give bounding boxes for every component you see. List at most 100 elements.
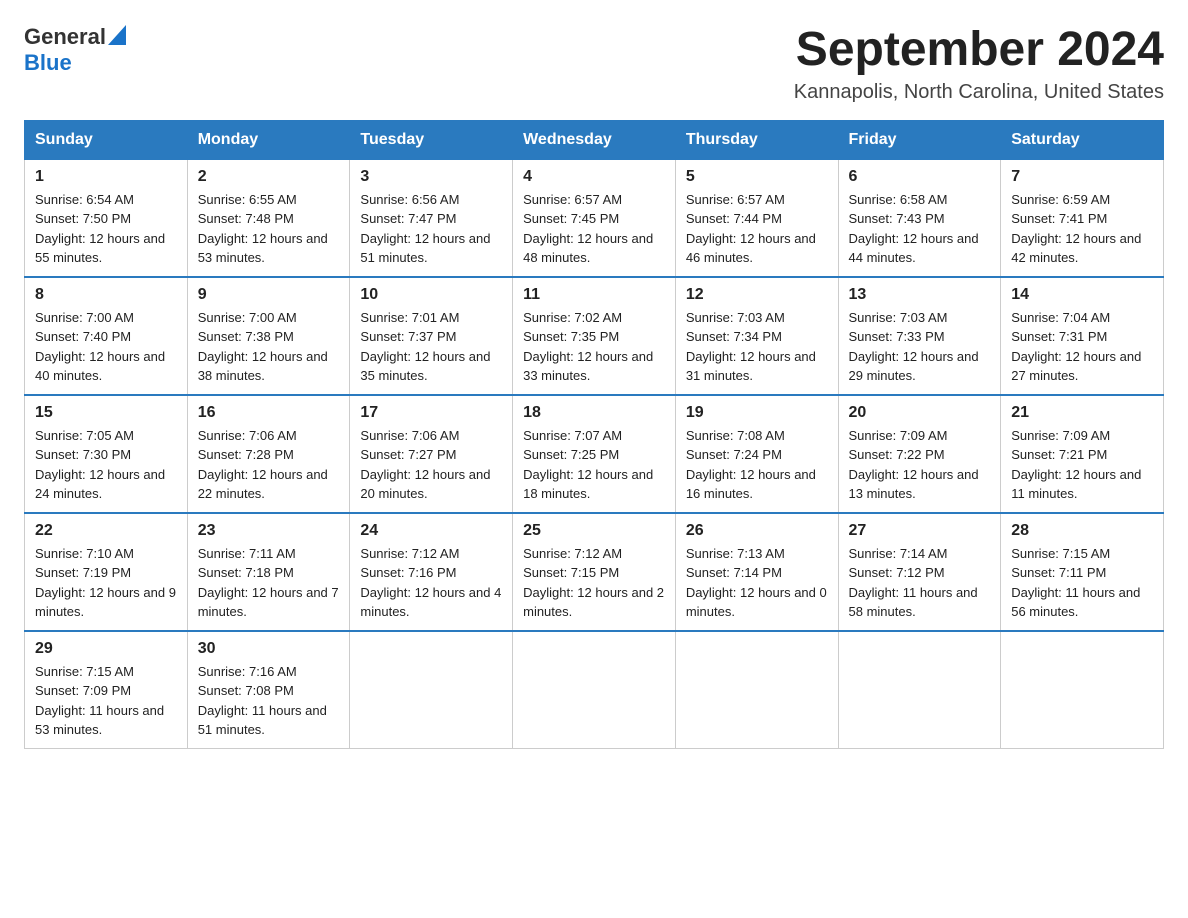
day-number: 19	[686, 404, 828, 422]
calendar-cell	[513, 631, 676, 749]
day-info: Sunrise: 7:08 AM Sunset: 7:24 PM Dayligh…	[686, 426, 828, 504]
calendar-cell: 10 Sunrise: 7:01 AM Sunset: 7:37 PM Dayl…	[350, 277, 513, 395]
day-number: 10	[360, 286, 502, 304]
month-year-title: September 2024	[794, 24, 1164, 77]
day-number: 22	[35, 522, 177, 540]
day-number: 5	[686, 168, 828, 186]
day-info: Sunrise: 7:09 AM Sunset: 7:21 PM Dayligh…	[1011, 426, 1153, 504]
calendar-cell: 29 Sunrise: 7:15 AM Sunset: 7:09 PM Dayl…	[25, 631, 188, 749]
day-info: Sunrise: 7:12 AM Sunset: 7:15 PM Dayligh…	[523, 544, 665, 622]
calendar-week-row: 15 Sunrise: 7:05 AM Sunset: 7:30 PM Dayl…	[25, 395, 1164, 513]
day-of-week-header: Monday	[187, 120, 350, 159]
day-info: Sunrise: 7:03 AM Sunset: 7:33 PM Dayligh…	[849, 308, 991, 386]
calendar-cell	[838, 631, 1001, 749]
day-info: Sunrise: 7:16 AM Sunset: 7:08 PM Dayligh…	[198, 662, 340, 740]
calendar-cell: 20 Sunrise: 7:09 AM Sunset: 7:22 PM Dayl…	[838, 395, 1001, 513]
calendar-week-row: 1 Sunrise: 6:54 AM Sunset: 7:50 PM Dayli…	[25, 159, 1164, 277]
day-number: 1	[35, 168, 177, 186]
page-header: General Blue September 2024 Kannapolis, …	[24, 24, 1164, 104]
calendar-week-row: 22 Sunrise: 7:10 AM Sunset: 7:19 PM Dayl…	[25, 513, 1164, 631]
calendar-cell: 2 Sunrise: 6:55 AM Sunset: 7:48 PM Dayli…	[187, 159, 350, 277]
day-number: 20	[849, 404, 991, 422]
calendar-cell: 21 Sunrise: 7:09 AM Sunset: 7:21 PM Dayl…	[1001, 395, 1164, 513]
calendar-cell: 23 Sunrise: 7:11 AM Sunset: 7:18 PM Dayl…	[187, 513, 350, 631]
logo-text: General	[24, 24, 106, 50]
day-of-week-header: Saturday	[1001, 120, 1164, 159]
day-info: Sunrise: 7:15 AM Sunset: 7:09 PM Dayligh…	[35, 662, 177, 740]
day-info: Sunrise: 7:00 AM Sunset: 7:40 PM Dayligh…	[35, 308, 177, 386]
calendar-table: SundayMondayTuesdayWednesdayThursdayFrid…	[24, 120, 1164, 749]
calendar-cell: 17 Sunrise: 7:06 AM Sunset: 7:27 PM Dayl…	[350, 395, 513, 513]
day-of-week-header: Tuesday	[350, 120, 513, 159]
day-info: Sunrise: 7:15 AM Sunset: 7:11 PM Dayligh…	[1011, 544, 1153, 622]
day-number: 25	[523, 522, 665, 540]
calendar-cell: 22 Sunrise: 7:10 AM Sunset: 7:19 PM Dayl…	[25, 513, 188, 631]
calendar-cell: 19 Sunrise: 7:08 AM Sunset: 7:24 PM Dayl…	[675, 395, 838, 513]
day-number: 30	[198, 640, 340, 658]
calendar-cell: 15 Sunrise: 7:05 AM Sunset: 7:30 PM Dayl…	[25, 395, 188, 513]
calendar-cell: 8 Sunrise: 7:00 AM Sunset: 7:40 PM Dayli…	[25, 277, 188, 395]
day-info: Sunrise: 6:59 AM Sunset: 7:41 PM Dayligh…	[1011, 190, 1153, 268]
calendar-cell: 14 Sunrise: 7:04 AM Sunset: 7:31 PM Dayl…	[1001, 277, 1164, 395]
day-info: Sunrise: 7:14 AM Sunset: 7:12 PM Dayligh…	[849, 544, 991, 622]
day-number: 3	[360, 168, 502, 186]
day-info: Sunrise: 7:03 AM Sunset: 7:34 PM Dayligh…	[686, 308, 828, 386]
calendar-cell: 16 Sunrise: 7:06 AM Sunset: 7:28 PM Dayl…	[187, 395, 350, 513]
day-number: 9	[198, 286, 340, 304]
day-info: Sunrise: 6:58 AM Sunset: 7:43 PM Dayligh…	[849, 190, 991, 268]
day-number: 26	[686, 522, 828, 540]
day-number: 21	[1011, 404, 1153, 422]
calendar-cell: 12 Sunrise: 7:03 AM Sunset: 7:34 PM Dayl…	[675, 277, 838, 395]
calendar-cell	[1001, 631, 1164, 749]
day-info: Sunrise: 7:04 AM Sunset: 7:31 PM Dayligh…	[1011, 308, 1153, 386]
calendar-cell: 28 Sunrise: 7:15 AM Sunset: 7:11 PM Dayl…	[1001, 513, 1164, 631]
calendar-cell: 3 Sunrise: 6:56 AM Sunset: 7:47 PM Dayli…	[350, 159, 513, 277]
day-info: Sunrise: 6:57 AM Sunset: 7:44 PM Dayligh…	[686, 190, 828, 268]
day-of-week-header: Friday	[838, 120, 1001, 159]
calendar-cell: 6 Sunrise: 6:58 AM Sunset: 7:43 PM Dayli…	[838, 159, 1001, 277]
calendar-cell: 5 Sunrise: 6:57 AM Sunset: 7:44 PM Dayli…	[675, 159, 838, 277]
day-info: Sunrise: 7:11 AM Sunset: 7:18 PM Dayligh…	[198, 544, 340, 622]
calendar-cell: 24 Sunrise: 7:12 AM Sunset: 7:16 PM Dayl…	[350, 513, 513, 631]
calendar-cell: 9 Sunrise: 7:00 AM Sunset: 7:38 PM Dayli…	[187, 277, 350, 395]
day-of-week-header: Thursday	[675, 120, 838, 159]
day-number: 14	[1011, 286, 1153, 304]
day-number: 11	[523, 286, 665, 304]
day-of-week-header: Sunday	[25, 120, 188, 159]
location-subtitle: Kannapolis, North Carolina, United State…	[794, 81, 1164, 104]
day-number: 28	[1011, 522, 1153, 540]
logo-blue-text: Blue	[24, 50, 72, 76]
day-number: 23	[198, 522, 340, 540]
days-of-week-row: SundayMondayTuesdayWednesdayThursdayFrid…	[25, 120, 1164, 159]
day-info: Sunrise: 6:56 AM Sunset: 7:47 PM Dayligh…	[360, 190, 502, 268]
day-info: Sunrise: 7:12 AM Sunset: 7:16 PM Dayligh…	[360, 544, 502, 622]
day-number: 12	[686, 286, 828, 304]
calendar-cell	[350, 631, 513, 749]
calendar-header: SundayMondayTuesdayWednesdayThursdayFrid…	[25, 120, 1164, 159]
day-number: 6	[849, 168, 991, 186]
calendar-cell: 27 Sunrise: 7:14 AM Sunset: 7:12 PM Dayl…	[838, 513, 1001, 631]
day-of-week-header: Wednesday	[513, 120, 676, 159]
calendar-cell: 11 Sunrise: 7:02 AM Sunset: 7:35 PM Dayl…	[513, 277, 676, 395]
day-info: Sunrise: 7:00 AM Sunset: 7:38 PM Dayligh…	[198, 308, 340, 386]
day-number: 13	[849, 286, 991, 304]
calendar-cell	[675, 631, 838, 749]
calendar-cell: 13 Sunrise: 7:03 AM Sunset: 7:33 PM Dayl…	[838, 277, 1001, 395]
day-number: 18	[523, 404, 665, 422]
day-number: 29	[35, 640, 177, 658]
day-info: Sunrise: 7:05 AM Sunset: 7:30 PM Dayligh…	[35, 426, 177, 504]
day-info: Sunrise: 7:06 AM Sunset: 7:28 PM Dayligh…	[198, 426, 340, 504]
day-number: 17	[360, 404, 502, 422]
calendar-cell: 25 Sunrise: 7:12 AM Sunset: 7:15 PM Dayl…	[513, 513, 676, 631]
day-info: Sunrise: 7:13 AM Sunset: 7:14 PM Dayligh…	[686, 544, 828, 622]
day-info: Sunrise: 7:07 AM Sunset: 7:25 PM Dayligh…	[523, 426, 665, 504]
day-info: Sunrise: 6:54 AM Sunset: 7:50 PM Dayligh…	[35, 190, 177, 268]
day-info: Sunrise: 7:02 AM Sunset: 7:35 PM Dayligh…	[523, 308, 665, 386]
day-info: Sunrise: 7:10 AM Sunset: 7:19 PM Dayligh…	[35, 544, 177, 622]
day-number: 8	[35, 286, 177, 304]
day-number: 15	[35, 404, 177, 422]
calendar-week-row: 29 Sunrise: 7:15 AM Sunset: 7:09 PM Dayl…	[25, 631, 1164, 749]
day-info: Sunrise: 6:55 AM Sunset: 7:48 PM Dayligh…	[198, 190, 340, 268]
day-info: Sunrise: 7:01 AM Sunset: 7:37 PM Dayligh…	[360, 308, 502, 386]
day-number: 27	[849, 522, 991, 540]
